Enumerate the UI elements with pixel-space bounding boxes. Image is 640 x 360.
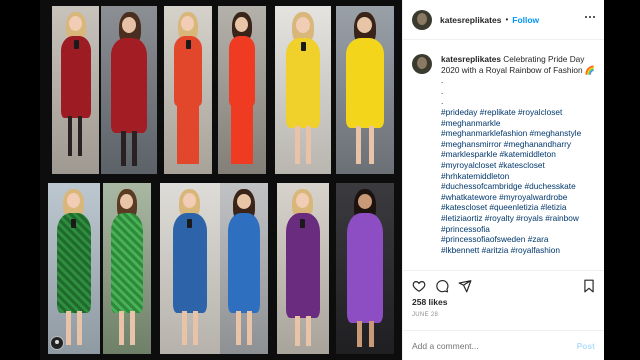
follow-button[interactable]: Follow: [512, 15, 539, 25]
left-backdrop: [0, 0, 40, 360]
header-separator: •: [505, 15, 509, 24]
heart-icon[interactable]: [412, 279, 426, 293]
hashtag-line[interactable]: #princessofiaofsweden #zara: [441, 234, 599, 245]
caption-scroll-area[interactable]: katesreplikates Celebrating Pride Day 20…: [403, 44, 605, 270]
photo-orange-2: [218, 6, 266, 174]
hashtag-line[interactable]: #hrhkatemiddleton: [441, 171, 599, 182]
hashtag-line[interactable]: #whatkatewore #myroyalwardrobe: [441, 192, 599, 203]
photo-blue-2: [220, 183, 268, 354]
post-comment-button[interactable]: Post: [577, 341, 595, 351]
rainbow-emoji: 🌈: [584, 64, 596, 75]
caption-dot: .: [441, 75, 444, 86]
photo-yellow-2: [336, 6, 394, 174]
caption-dot: .: [441, 96, 444, 107]
right-backdrop: [604, 0, 640, 360]
post-header: katesreplikates • Follow: [403, 0, 605, 40]
comment-input[interactable]: [412, 340, 562, 351]
hashtag-line[interactable]: #marklesparkle #katemiddleton: [441, 149, 599, 160]
caption-avatar[interactable]: [412, 54, 432, 74]
likes-count[interactable]: 258 likes: [412, 297, 447, 307]
action-bar: [403, 270, 605, 300]
hashtag-line[interactable]: #prideday #replikate #royalcloset: [441, 107, 599, 118]
bookmark-icon[interactable]: [582, 279, 596, 293]
photo-green-1: [48, 183, 100, 354]
photo-green-2: [103, 183, 151, 354]
caption-dot: .: [441, 85, 444, 96]
hashtag-line[interactable]: #letiziaortiz #royalty #royals #rainbow: [441, 213, 599, 224]
comment-icon[interactable]: [435, 279, 449, 293]
photo-yellow-1: [275, 6, 331, 174]
hashtag-line[interactable]: #myroyalcloset #katescloset: [441, 160, 599, 171]
hashtag-line[interactable]: #meghansmirror #meghanandharry: [441, 139, 599, 150]
instagram-post-modal: katesreplikates • Follow katesreplikates…: [0, 0, 640, 360]
photo-purple-2: [336, 183, 394, 354]
post-side-panel: katesreplikates • Follow katesreplikates…: [402, 0, 605, 360]
hashtag-line[interactable]: #katescloset #queenletizia #letizia: [441, 202, 599, 213]
caption-username[interactable]: katesreplikates: [441, 54, 501, 64]
hashtag-line[interactable]: #meghanmarklefashion #meghanstyle: [441, 128, 599, 139]
photo-purple-1: [277, 183, 329, 354]
photo-red-2: [101, 6, 157, 174]
hashtag-line[interactable]: #duchessofcambridge #duchesskate: [441, 181, 599, 192]
share-icon[interactable]: [458, 279, 472, 293]
header-username[interactable]: katesreplikates: [440, 15, 501, 25]
more-horizontal-icon[interactable]: [585, 16, 595, 18]
hashtag-line[interactable]: #princessofia: [441, 224, 599, 235]
user-tag-icon[interactable]: [50, 336, 64, 350]
post-date[interactable]: JUNE 28: [412, 312, 438, 318]
comment-bar: Post: [403, 330, 605, 360]
photo-blue-1: [160, 183, 220, 354]
photo-red-1: [52, 6, 99, 174]
hashtag-line[interactable]: #meghanmarkle: [441, 118, 599, 129]
photo-orange-1: [164, 6, 212, 174]
caption-row: katesreplikates Celebrating Pride Day 20…: [403, 44, 605, 255]
avatar[interactable]: [412, 9, 432, 30]
caption-text: katesreplikates Celebrating Pride Day 20…: [441, 54, 599, 255]
post-image[interactable]: [40, 0, 402, 360]
hashtag-list: #prideday #replikate #royalcloset #megha…: [441, 107, 599, 255]
hashtag-line[interactable]: #lkbennett #aritzia #royalfashion: [441, 245, 599, 256]
